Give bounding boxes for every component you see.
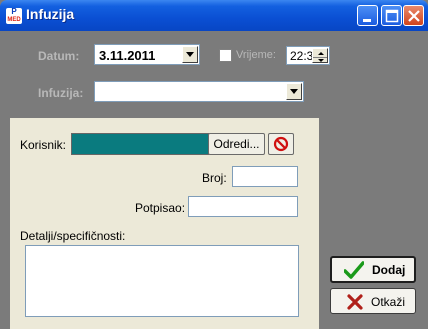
form-panel: Korisnik: Odredi... Broj: Potpisao: Deta… xyxy=(10,118,319,329)
potpisao-label: Potpisao: xyxy=(135,201,186,215)
odredi-button[interactable]: Odredi... xyxy=(208,133,265,155)
minimize-button[interactable] xyxy=(357,5,378,26)
window-title: Infuzija xyxy=(26,6,75,22)
close-icon xyxy=(408,10,420,22)
spinner-buttons[interactable] xyxy=(312,48,328,63)
dropdown-arrow-icon xyxy=(186,52,194,57)
spinner-down-icon xyxy=(318,59,324,62)
vrijeme-checkbox[interactable] xyxy=(219,49,232,62)
datum-label: Datum: xyxy=(38,49,80,63)
dodaj-button-label: Dodaj xyxy=(372,263,406,277)
korisnik-field[interactable] xyxy=(71,133,209,155)
app-icon: P MED xyxy=(6,8,22,24)
title-bar[interactable]: P MED Infuzija xyxy=(0,0,428,31)
x-icon xyxy=(347,294,363,310)
otkazi-button[interactable]: Otkaži xyxy=(330,288,416,314)
datum-dropdown-button[interactable] xyxy=(182,46,198,63)
potpisao-input[interactable] xyxy=(188,196,298,217)
broj-input[interactable] xyxy=(232,166,298,187)
app-icon-top-text: P xyxy=(11,7,17,16)
odredi-button-label: Odredi... xyxy=(213,137,260,151)
clear-korisnik-button[interactable] xyxy=(268,133,294,155)
prohibited-icon xyxy=(273,136,289,152)
infuzija-window: P MED Infuzija Datum: 3.11.2011 Vrijeme:… xyxy=(0,0,428,329)
infuzija-dropdown[interactable] xyxy=(94,81,304,102)
vrijeme-time-spinner[interactable]: 22:39 xyxy=(286,46,330,65)
maximize-button[interactable] xyxy=(381,5,402,26)
detalji-textarea[interactable] xyxy=(25,245,299,317)
maximize-icon xyxy=(385,9,399,23)
dodaj-button[interactable]: Dodaj xyxy=(330,256,416,283)
spinner-up-icon xyxy=(318,52,324,55)
detalji-label: Detalji/specifičnosti: xyxy=(20,229,126,243)
korisnik-label: Korisnik: xyxy=(20,138,67,152)
infuzija-dropdown-button[interactable] xyxy=(286,83,302,100)
otkazi-button-label: Otkaži xyxy=(371,295,406,309)
close-button[interactable] xyxy=(403,5,424,26)
broj-label: Broj: xyxy=(202,171,227,185)
vrijeme-label: Vrijeme: xyxy=(236,49,276,61)
dropdown-arrow-icon xyxy=(290,89,298,94)
minimize-icon xyxy=(363,19,371,22)
datum-dropdown[interactable]: 3.11.2011 xyxy=(94,44,200,65)
infuzija-label: Infuzija: xyxy=(38,86,84,100)
app-icon-bottom-text: MED xyxy=(7,17,21,23)
datum-value: 3.11.2011 xyxy=(99,48,156,63)
checkmark-icon xyxy=(344,261,364,279)
